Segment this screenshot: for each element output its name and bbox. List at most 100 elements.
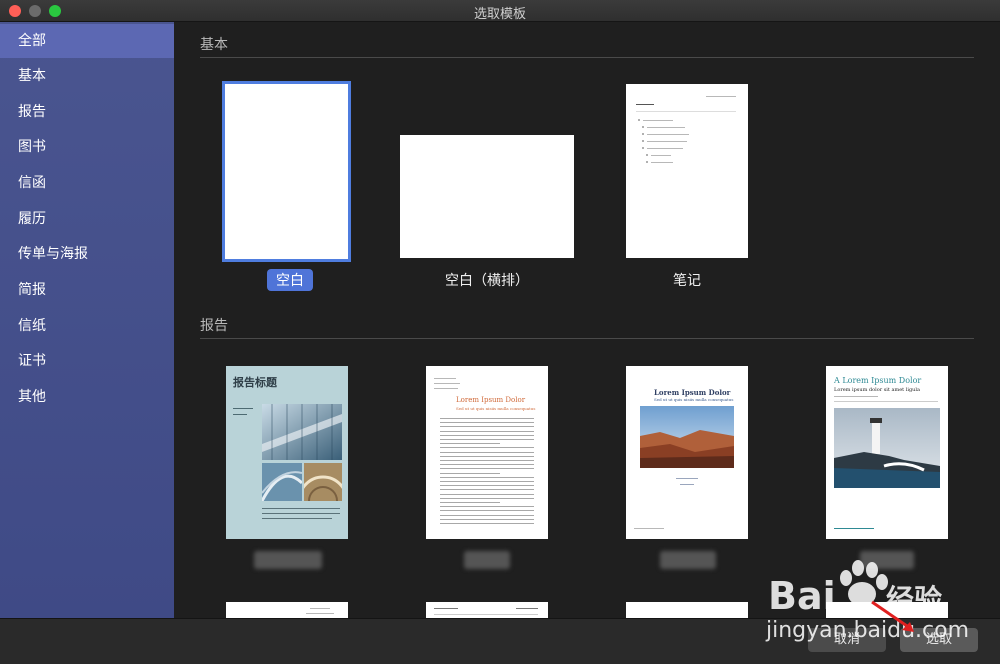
thumb-line — [647, 127, 685, 128]
thumb-title: Lorem Ipsum Dolor — [654, 388, 731, 397]
sidebar-item-books[interactable]: 图书 — [0, 130, 174, 164]
thumb-subtitle: Sed ut ut quis nisiis mulla consequatus — [456, 406, 536, 411]
thumb-line — [643, 120, 673, 121]
building-photo — [304, 463, 342, 501]
thumb-line — [434, 614, 538, 615]
thumb-title: Lorem Ipsum Dolor — [456, 396, 526, 404]
thumb-text-line — [440, 464, 534, 466]
thumb-title: A Lorem Ipsum Dolor — [834, 376, 922, 385]
sidebar-item-flyers-posters[interactable]: 传单与海报 — [0, 237, 174, 271]
thumb-text-line — [440, 426, 534, 428]
thumb-line — [434, 383, 460, 384]
thumb-text-line — [440, 485, 534, 487]
thumb-text-line — [440, 451, 534, 453]
sidebar-item-letters[interactable]: 信函 — [0, 166, 174, 200]
thumb-text-line — [440, 493, 534, 495]
template-thumbnail[interactable] — [426, 602, 548, 618]
thumb-text-line — [440, 434, 534, 436]
template-thumbnail[interactable] — [226, 602, 348, 618]
thumb-line — [233, 408, 253, 409]
sidebar-item-other[interactable]: 其他 — [0, 380, 174, 414]
thumb-text-line — [440, 468, 534, 470]
arrow-icon — [871, 600, 914, 632]
thumb-text-line — [440, 422, 534, 424]
thumb-title: 报告标题 — [233, 376, 277, 389]
thumb-text-line — [440, 418, 534, 419]
thumb-text-line — [440, 447, 534, 449]
thumb-line — [680, 484, 694, 485]
category-sidebar: 全部 基本 报告 图书 信函 履历 传单与海报 简报 信纸 证书 其他 — [0, 22, 174, 618]
template-blank[interactable] — [222, 81, 351, 262]
thumb-line — [262, 513, 340, 514]
thumb-line — [647, 134, 689, 135]
template-report-cn-label — [254, 551, 322, 569]
thumb-text-line — [440, 443, 500, 445]
thumb-text-line — [440, 506, 534, 508]
building-photo — [262, 463, 302, 501]
template-term-paper[interactable]: Lorem Ipsum Dolor Sed ut ut quis nisiis … — [626, 366, 748, 539]
thumb-line — [306, 613, 334, 614]
thumb-text-line — [440, 430, 534, 432]
thumb-bullet — [642, 133, 644, 135]
thumb-line — [262, 518, 332, 519]
sidebar-item-resumes[interactable]: 履历 — [0, 202, 174, 236]
thumb-line — [706, 96, 736, 97]
thumb-bullet — [646, 154, 648, 156]
watermark-brand: Bai — [768, 574, 836, 618]
thumb-line — [516, 608, 538, 609]
template-note-taking-label: 笔记 — [673, 273, 701, 289]
thumb-subtitle: Sed ut ut quis nisiis mulla consequatus — [654, 397, 734, 402]
thumb-line — [834, 401, 938, 402]
thumb-text-line — [440, 518, 534, 520]
sidebar-item-all[interactable]: 全部 — [0, 24, 174, 58]
thumb-line — [262, 508, 340, 509]
thumb-text-line — [440, 502, 500, 503]
sidebar-item-certificates[interactable]: 证书 — [0, 344, 174, 378]
thumb-line — [834, 528, 874, 529]
template-term-paper-label — [660, 551, 716, 569]
section-divider — [200, 57, 974, 58]
template-essay-label — [464, 551, 510, 569]
thumb-line — [310, 608, 330, 609]
thumb-bullet — [646, 161, 648, 163]
section-title-basic: 基本 — [200, 37, 228, 53]
sidebar-item-newsletters[interactable]: 简报 — [0, 273, 174, 307]
template-blank-landscape-label: 空白（横排） — [445, 273, 529, 289]
thumb-text-line — [440, 455, 534, 457]
thumb-text-line — [440, 523, 534, 524]
section-title-reports: 报告 — [200, 318, 228, 334]
building-photo — [262, 404, 342, 460]
lighthouse-photo — [834, 408, 940, 488]
template-report-cn[interactable]: 报告标题 — [226, 366, 348, 539]
thumb-text-line — [440, 439, 534, 440]
sidebar-item-stationery[interactable]: 信纸 — [0, 309, 174, 343]
thumb-text-line — [440, 514, 534, 516]
template-note-taking[interactable] — [626, 84, 748, 258]
thumb-bullet — [642, 147, 644, 149]
thumb-text-line — [440, 472, 500, 474]
thumb-bullet — [642, 126, 644, 128]
template-essay[interactable]: Lorem Ipsum Dolor Sed ut ut quis nisiis … — [426, 366, 548, 539]
sidebar-item-basic[interactable]: 基本 — [0, 59, 174, 93]
thumb-line — [651, 162, 673, 163]
thumb-line — [434, 388, 458, 389]
thumb-line — [647, 148, 683, 149]
thumb-line — [834, 396, 878, 397]
thumb-text-line — [440, 489, 534, 491]
sidebar-item-reports[interactable]: 报告 — [0, 95, 174, 129]
thumb-line — [636, 104, 654, 105]
thumb-line — [651, 155, 671, 156]
thumb-bullet — [642, 140, 644, 142]
thumb-line — [434, 378, 456, 379]
thumb-bullet — [638, 119, 640, 121]
thumb-line — [647, 141, 687, 142]
title-bar: 选取模板 — [0, 0, 1000, 22]
template-blank-landscape[interactable] — [400, 135, 574, 258]
thumb-line — [636, 111, 736, 112]
template-thumbnail[interactable] — [626, 602, 748, 618]
template-school-report[interactable]: A Lorem Ipsum Dolor Lorem ipsum dolor si… — [826, 366, 948, 539]
template-blank-label: 空白 — [267, 269, 313, 291]
thumb-text-line — [440, 460, 534, 461]
thumb-subtitle: Lorem ipsum dolor sit amet ligula — [834, 387, 920, 393]
thumb-text-line — [440, 476, 534, 478]
